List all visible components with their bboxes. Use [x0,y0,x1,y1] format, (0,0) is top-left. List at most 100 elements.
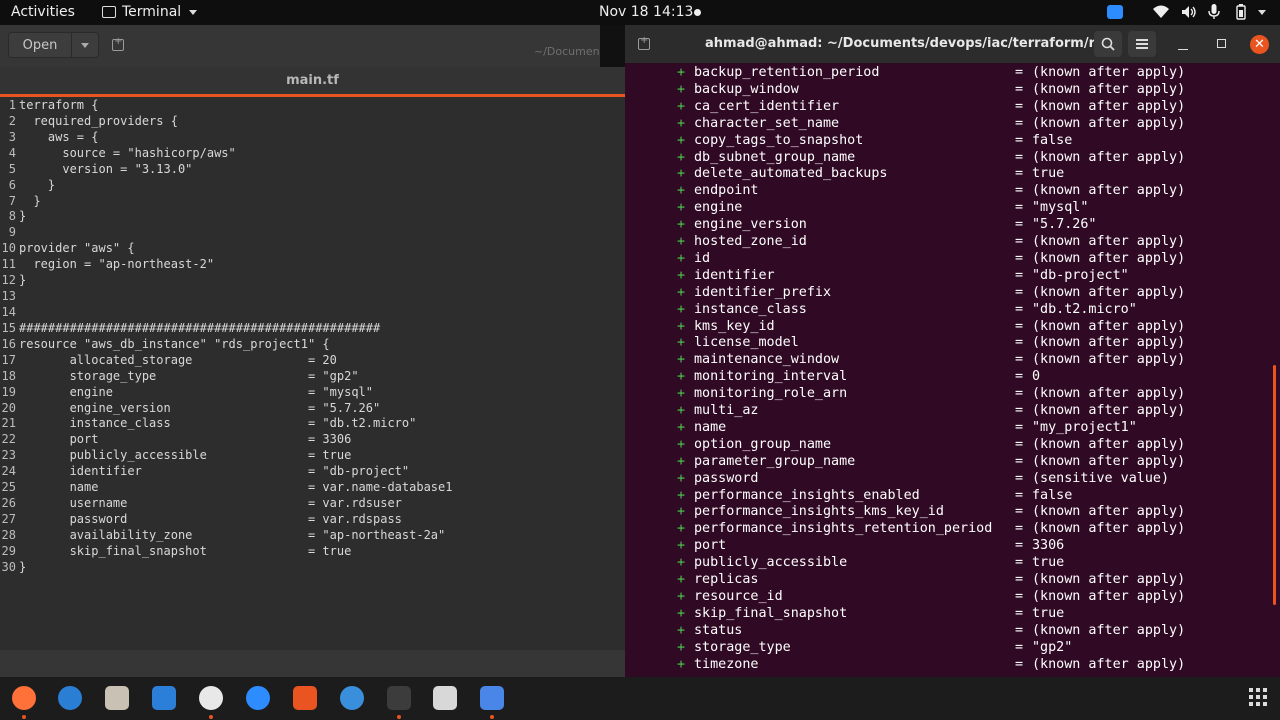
line-number: 11 [1,257,16,272]
menu-button[interactable] [1128,31,1156,57]
attribute-value: (known after apply) [1032,250,1186,266]
equals-sign: = [1015,639,1024,655]
code-line: 14 [0,305,625,321]
plus-sign: + [677,555,686,571]
line-number: 7 [8,193,16,208]
help-icon[interactable] [340,686,364,710]
code-text: } [19,273,27,288]
attribute-value: (known after apply) [1032,234,1186,249]
line-number: 14 [1,304,16,319]
tab-main-tf[interactable]: main.tf [0,67,625,97]
minimize-button[interactable] [1178,37,1188,51]
equals-sign: = [1015,81,1024,97]
line-number: 5 [8,161,16,176]
terminal-icon[interactable] [387,686,411,710]
zoom-icon[interactable] [246,686,270,710]
equals-sign: = [1015,453,1024,469]
software-center-icon[interactable] [293,686,317,710]
attribute-value: "gp2" [1032,639,1073,655]
plan-attribute-row: + ca_cert_identifier = (known after apply) [625,98,1280,115]
equals-sign: = [1015,538,1024,554]
close-button[interactable]: ✕ [1250,35,1269,54]
line-number: 30 [1,559,16,574]
terminal-window: ahmad@ahmad: ~/Documents/devops/iac/terr… [625,25,1280,677]
code-line: 4 source = "hashicorp/aws" [0,146,625,162]
plus-sign: + [677,200,686,216]
clock[interactable]: Nov 18 14:13 [599,4,693,20]
code-text: publicly_accessible = true [19,448,352,463]
attribute-value: "mysql" [1032,200,1089,216]
attribute-key: kms_key_id [694,318,775,334]
text-editor-window: Open ~/Document main.tf 1terraform {2 re… [0,25,625,677]
equals-sign: = [1015,98,1024,114]
equals-sign: = [1015,504,1024,520]
plus-sign: + [677,65,686,80]
search-button[interactable] [1094,31,1122,57]
show-applications-button[interactable] [1249,688,1267,706]
line-number: 13 [1,289,16,304]
slack-icon[interactable] [199,686,223,710]
maximize-button[interactable] [1217,39,1226,48]
equals-sign: = [1015,656,1024,672]
attribute-value: 0 [1032,369,1041,385]
code-line: 29 skip_final_snapshot = true [0,544,625,560]
power-menu[interactable] [1256,4,1266,20]
terminal-scrollbar[interactable] [1273,365,1276,605]
plan-attribute-row: + storage_type = "gp2" [625,639,1280,656]
app-menu-label: Terminal [122,4,182,20]
plus-sign: + [677,419,686,435]
app-menu[interactable]: Terminal [102,4,198,20]
plan-attribute-row: + db_subnet_group_name = (known after apply… [625,149,1280,166]
activities-button[interactable]: Activities [11,4,75,20]
dock [0,677,1280,720]
code-line: 9 [0,225,625,241]
plus-sign: + [677,453,686,469]
attribute-key: identifier_prefix [694,284,832,300]
volume-icon[interactable] [1181,4,1197,20]
open-dropdown-button[interactable] [72,42,98,48]
screenshot-icon[interactable] [433,686,457,710]
attribute-key: multi_az [694,403,759,418]
attribute-value: (known after apply) [1032,588,1186,604]
new-tab-icon [638,35,650,50]
code-text: password = var.rdspass [19,511,402,526]
attribute-value: true [1032,605,1065,621]
plan-attribute-row: + option_group_name = (known after apply) [625,436,1280,453]
new-tab-button[interactable] [635,35,653,53]
terminal-icon [102,6,116,18]
code-editor[interactable]: 1 terraform {2 required_providers {3 aws … [0,98,625,658]
equals-sign: = [1015,301,1024,317]
code-text: availability_zone = "ap-northeast-2a" [19,527,446,542]
plan-attribute-row: + delete_automated_backups = true [625,165,1280,182]
thunderbird-icon[interactable] [58,686,82,710]
code-line: 6 } [0,178,625,194]
code-line: 17 allocated_storage = 20 [0,353,625,369]
microphone-icon[interactable] [1208,4,1220,20]
plus-sign: + [677,335,686,351]
attribute-key: engine_version [694,217,807,233]
battery-icon[interactable] [1234,4,1248,20]
line-number: 28 [1,527,16,542]
terminal-output[interactable]: + backup_retention_period = (known after ap… [625,63,1280,677]
equals-sign: = [1015,386,1024,402]
code-line: 11 region = "ap-northeast-2" [0,257,625,273]
firefox-icon[interactable] [12,686,36,710]
text-editor-icon[interactable] [480,686,504,710]
document-path: ~/Document [534,45,604,58]
code-text: username = var.rdsuser [19,496,402,511]
zoom-tray-icon[interactable] [1107,4,1123,20]
files-icon[interactable] [105,686,129,710]
attribute-value: "5.7.26" [1032,217,1097,233]
attribute-value: (known after apply) [1032,436,1186,452]
libreoffice-writer-icon[interactable] [152,686,176,710]
wifi-icon[interactable] [1153,4,1169,20]
plus-sign: + [677,470,686,486]
equals-sign: = [1015,115,1024,131]
new-document-button[interactable] [104,32,132,58]
attribute-key: delete_automated_backups [694,166,888,182]
open-button[interactable]: Open [8,32,99,58]
attribute-value: false [1032,487,1073,503]
equals-sign: = [1015,352,1024,368]
attribute-key: performance_insights_retention_period [694,521,993,537]
attribute-value: (known after apply) [1032,81,1186,97]
